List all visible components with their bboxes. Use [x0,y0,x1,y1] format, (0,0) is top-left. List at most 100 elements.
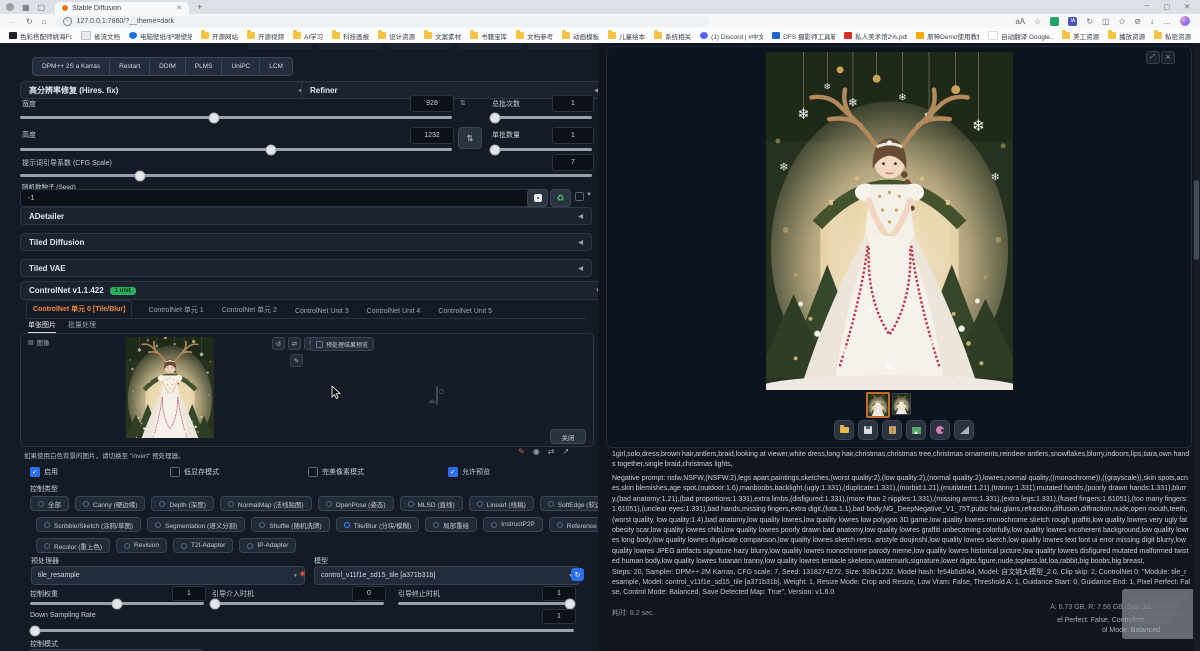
new-canvas-icon[interactable]: ✎ [518,447,525,456]
batch-count-slider[interactable] [492,116,592,119]
downloads-icon[interactable]: ↓ [1150,17,1154,26]
batch-size-input[interactable]: 1 [552,127,594,144]
bookmark-item[interactable]: 科技画报 [332,31,369,41]
control-type-option[interactable]: MLSD (直线) [400,496,463,511]
controlnet-unit-tab[interactable]: ControlNet Unit 4 [365,305,423,318]
shield-icon[interactable]: ⊘ [1134,17,1141,26]
generated-image[interactable] [766,50,1013,390]
fullscreen-icon[interactable]: ⤢ [1146,51,1160,64]
bookmark-item[interactable]: 系统相关 [654,31,691,41]
window-close-button[interactable]: ✕ [1184,3,1190,11]
bookmark-item[interactable]: 自动翻译 Google... [988,31,1053,41]
controlnet-unit-tab[interactable]: ControlNet Unit 3 [293,305,351,318]
back-icon[interactable]: ← [9,17,17,26]
aspect-ratio-button[interactable]: ⇅ [458,127,482,149]
sampler-button[interactable]: PLMS [186,57,223,76]
webcam-icon[interactable]: ◉ [533,447,540,456]
control-type-option[interactable]: Tile/Blur (分块/模糊) [336,517,420,532]
start-step-input[interactable]: 0 [352,586,386,601]
downsampling-slider[interactable] [30,629,574,632]
bookmark-item[interactable]: 设计资源 [378,31,415,41]
mirror-webcam-icon[interactable]: ⇄ [548,447,555,456]
hires-fix-accordion[interactable]: 高分辨率修复 (Hires. fix) ◀ [20,81,312,99]
window-minimize-button[interactable]: ─ [1145,3,1150,11]
input-mode-tab[interactable]: 单张图片 [28,318,56,333]
extension-accordion[interactable]: Tiled Diffusion ◀ [20,233,592,251]
seed-input[interactable]: -1 [20,189,538,207]
page-scrollbar[interactable] [1193,43,1200,651]
random-seed-button[interactable] [527,189,548,207]
open-folder-button[interactable] [834,420,854,440]
control-type-option[interactable]: T2I-Adapter [173,538,233,553]
bookmark-item[interactable]: 原神Demo使用教程... [916,31,979,41]
window-maximize-button[interactable]: ▢ [1164,3,1171,11]
copilot-icon[interactable] [1180,16,1190,26]
bookmark-item[interactable]: 省流文档 [81,31,120,41]
pixel-perfect-checkbox[interactable]: 完美像素模式 [308,467,364,477]
control-type-option[interactable]: NormalMap (法线贴图) [220,496,312,511]
controlnet-unit-tab[interactable]: ControlNet 单元 1 [146,302,205,318]
downsampling-input[interactable]: 1 [542,609,576,624]
control-type-option[interactable]: OpenPose (姿态) [318,496,394,511]
end-step-slider[interactable] [398,602,574,605]
control-type-option[interactable]: Canny (硬边缘) [75,496,145,511]
send-to-inpaint-button[interactable] [930,420,950,440]
control-type-option[interactable]: Depth (深度) [151,496,213,511]
more-icon[interactable]: … [1163,17,1171,26]
address-bar[interactable]: i 127.0.0.1:7860/?__theme=dark [56,16,710,27]
workspaces-icon[interactable]: ▦ [22,3,30,12]
control-type-option[interactable]: Segmentation (语义分割) [147,517,245,532]
width-slider[interactable] [20,116,452,119]
controlnet-unit-tab[interactable]: ControlNet 单元 2 [220,302,279,318]
extension-green-icon[interactable] [1050,17,1059,26]
batch-size-slider[interactable] [492,148,592,151]
sampler-button[interactable]: LCM [260,57,293,76]
bookmark-item[interactable]: 私密资源 [1154,31,1191,41]
control-type-option[interactable]: Recolor (重上色) [36,538,110,553]
sampler-button[interactable]: Restart [110,57,150,76]
sampler-button[interactable]: UniPC [222,57,260,76]
collections-icon[interactable]: ✩ [1119,17,1126,26]
extra-seed-checkbox[interactable] [575,192,584,201]
start-step-slider[interactable] [212,602,384,605]
lowvram-checkbox[interactable]: 低显存模式 [170,467,219,477]
refresh-icon[interactable]: ↻ [26,17,33,26]
bookmark-item[interactable]: 色彩搭配师姚海Fol... [9,31,72,41]
control-type-option[interactable]: Revision [116,538,167,553]
save-image-button[interactable] [858,420,878,440]
bookmark-item[interactable]: 文档参考 [516,31,553,41]
control-type-option[interactable]: 全部 [30,496,69,511]
save-zip-button[interactable] [882,420,902,440]
controlnet-input-image[interactable] [126,337,214,438]
bookmark-item[interactable]: 美工资源 [1062,31,1099,41]
control-type-option[interactable]: InstructP2P [483,517,543,532]
bookmark-item[interactable]: 播放资源 [1108,31,1145,41]
sampler-button[interactable]: DDIM [150,57,186,76]
send-to-img2img-button[interactable] [906,420,926,440]
bookmark-item[interactable]: 电脑壁纸/护眼壁纸... [129,31,192,41]
close-preview-button[interactable]: 关闭 [550,429,586,444]
bookmark-item[interactable]: 开源网站 [201,31,238,41]
vertical-tabs-icon[interactable]: ▢ [38,3,46,12]
undo-icon[interactable]: ↺ [272,337,285,350]
bookmark-item[interactable]: (1) Discord | #中文... [700,31,763,41]
bookmark-item[interactable]: 开源视频 [247,31,284,41]
swap-dimensions-button[interactable]: ⇅ [460,99,466,107]
gallery-thumbnail-selected[interactable] [866,392,890,418]
refresh-models-icon[interactable]: ↻ [571,568,584,581]
cfg-slider[interactable] [20,174,592,177]
profile-avatar[interactable] [6,3,14,11]
split-screen-icon[interactable]: ◫ [1102,17,1110,26]
cfg-input[interactable]: 7 [552,154,594,171]
extension-indigo-icon[interactable]: IA [1068,17,1077,26]
controlnet-image-dropzone[interactable] [20,333,594,447]
batch-count-input[interactable]: 1 [552,95,594,112]
height-input[interactable]: 1232 [410,127,454,144]
extension-accordion[interactable]: Tiled VAE ◀ [20,259,592,277]
reuse-seed-button[interactable]: ♻ [550,189,571,207]
bookmark-item[interactable]: AI学习 [293,31,323,41]
sampler-button[interactable]: DPM++ 2S a Karras [32,57,110,76]
bookmark-item[interactable]: 动画模板 [562,31,599,41]
preprocessor-dropdown[interactable]: tile_resample ▼ [31,566,305,585]
run-preprocessor-icon[interactable]: ✷ [296,568,309,581]
